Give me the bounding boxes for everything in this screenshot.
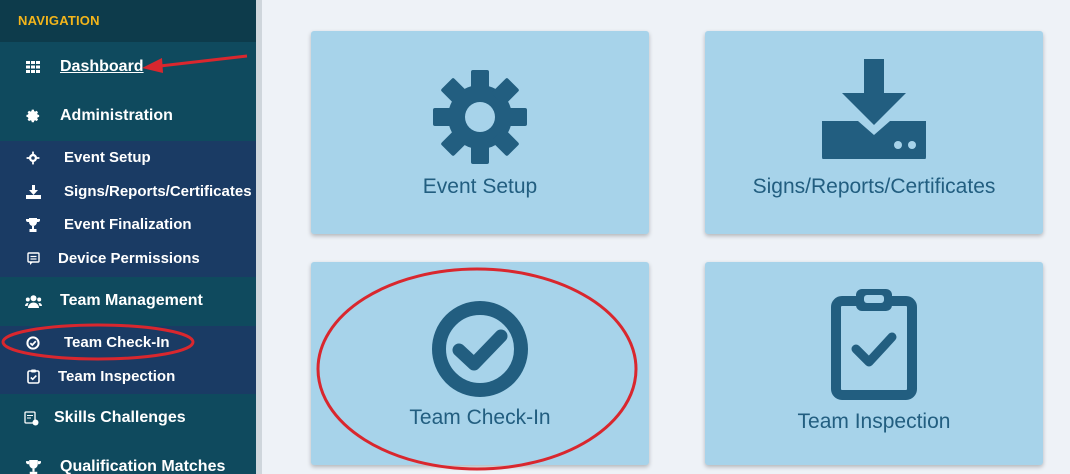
check-circle-icon bbox=[24, 334, 42, 352]
sidebar-item-qualification-matches[interactable]: Qualification Matches bbox=[0, 443, 256, 474]
sidebar-item-label: Administration bbox=[60, 107, 173, 124]
sidebar-item-label: Signs/Reports/Certificates bbox=[64, 183, 252, 200]
sidebar-item-device-permissions[interactable]: Device Permissions bbox=[0, 242, 256, 275]
tile-label: Team Inspection bbox=[797, 410, 951, 433]
download-drive-icon bbox=[822, 59, 926, 159]
sidebar-item-label: Team Check-In bbox=[64, 334, 170, 351]
sidebar-item-label: Qualification Matches bbox=[60, 458, 226, 474]
tile-label: Team Check-In bbox=[409, 406, 551, 429]
sidebar-item-team-inspection[interactable]: Team Inspection bbox=[0, 360, 256, 393]
clipboard-check-icon bbox=[24, 368, 42, 386]
tile-team-inspection[interactable]: Team Inspection bbox=[705, 262, 1043, 465]
clipboard-check-icon bbox=[831, 289, 917, 400]
sidebar-item-skills-challenges[interactable]: Skills Challenges bbox=[0, 394, 256, 442]
gear-icon bbox=[24, 107, 42, 125]
sidebar-item-label: Team Inspection bbox=[58, 368, 176, 385]
sidebar-item-event-finalization[interactable]: Event Finalization bbox=[0, 208, 256, 241]
tile-signs-reports[interactable]: Signs/Reports/Certificates bbox=[705, 31, 1043, 234]
sidebar-item-label: Device Permissions bbox=[58, 250, 200, 267]
download-icon bbox=[24, 183, 42, 201]
sidebar-item-label: Team Management bbox=[60, 292, 203, 309]
sidebar-scrollbar[interactable] bbox=[256, 0, 262, 474]
grid-icon bbox=[24, 58, 42, 76]
check-circle-icon bbox=[432, 301, 528, 397]
nav-header: NAVIGATION bbox=[0, 0, 256, 42]
sidebar-item-team-check-in[interactable]: Team Check-In bbox=[0, 326, 256, 359]
tile-label: Signs/Reports/Certificates bbox=[752, 175, 996, 198]
skills-icon bbox=[22, 409, 40, 427]
sidebar-item-label: Dashboard bbox=[60, 58, 144, 75]
trophy-icon bbox=[24, 216, 42, 234]
gear-icon bbox=[24, 149, 42, 167]
sidebar: NAVIGATION Dashboard Administration Even… bbox=[0, 0, 256, 474]
sidebar-item-signs-reports[interactable]: Signs/Reports/Certificates bbox=[0, 175, 256, 208]
sidebar-item-administration[interactable]: Administration bbox=[0, 92, 256, 140]
gear-icon bbox=[433, 70, 527, 164]
tile-team-check-in[interactable]: Team Check-In bbox=[311, 262, 649, 465]
sidebar-item-label: Skills Challenges bbox=[54, 409, 186, 426]
tile-label: Event Setup bbox=[422, 175, 538, 198]
sidebar-item-event-setup[interactable]: Event Setup bbox=[0, 141, 256, 174]
message-icon bbox=[24, 250, 42, 268]
sidebar-item-label: Event Finalization bbox=[64, 216, 192, 233]
sidebar-item-label: Event Setup bbox=[64, 149, 151, 166]
sidebar-item-dashboard[interactable]: Dashboard bbox=[0, 43, 256, 91]
sidebar-item-team-management[interactable]: Team Management bbox=[0, 277, 256, 325]
trophy-icon bbox=[24, 458, 42, 474]
tile-event-setup[interactable]: Event Setup bbox=[311, 31, 649, 234]
users-icon bbox=[24, 292, 42, 310]
